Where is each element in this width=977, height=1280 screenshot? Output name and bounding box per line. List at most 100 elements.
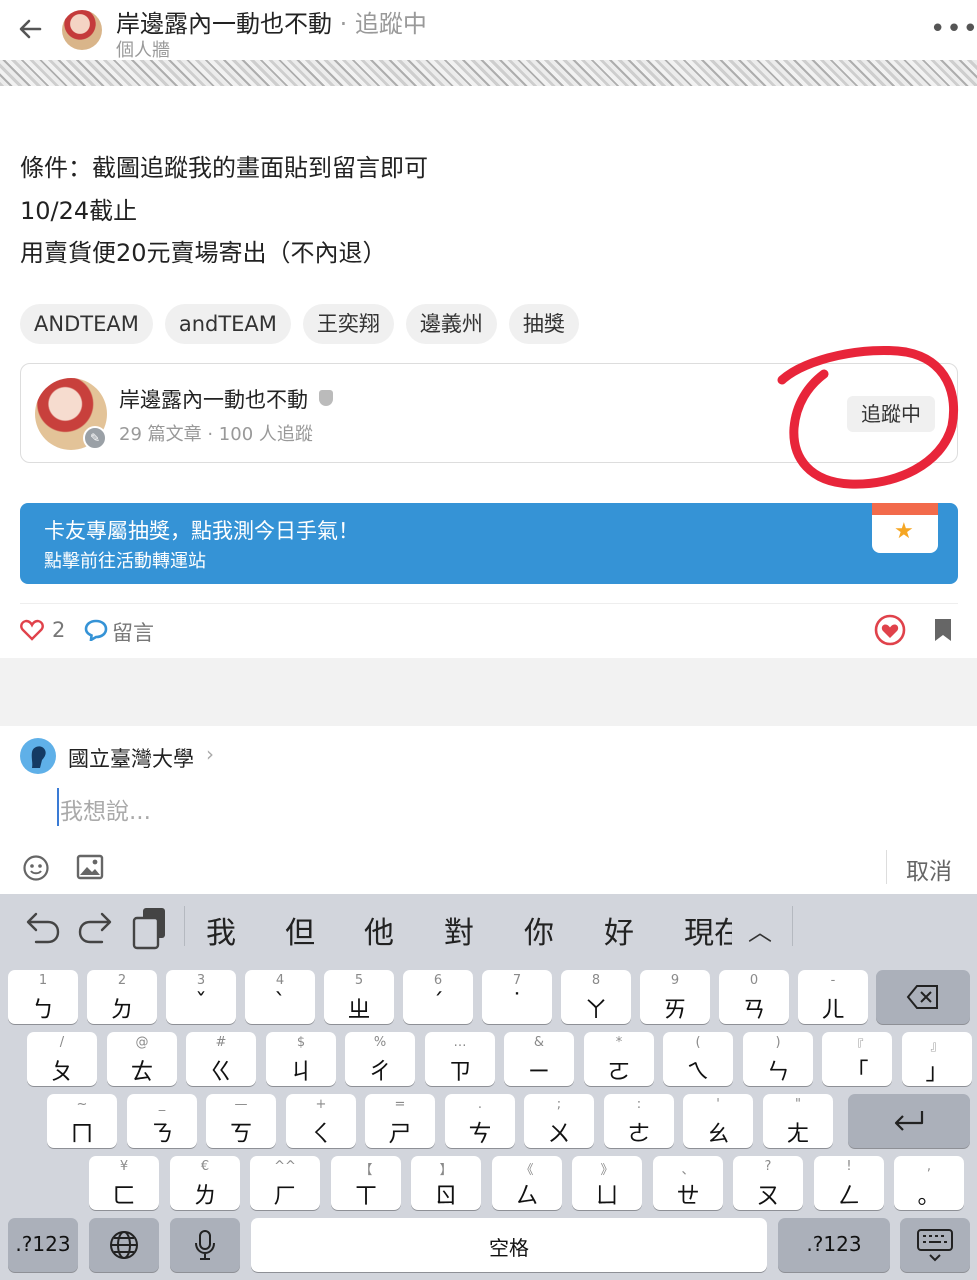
react-heart-icon[interactable] — [874, 614, 906, 646]
clipboard-icon[interactable] — [130, 906, 170, 950]
bopomofo-key[interactable]: _ ㄋ — [127, 1094, 197, 1148]
bookmark-icon[interactable] — [932, 618, 954, 642]
post-line-1: 條件：截圖追蹤我的畫面貼到留言即可 — [20, 154, 428, 182]
key-label: ㄢ — [742, 997, 766, 1023]
numbers-key[interactable]: .?123 — [8, 1218, 78, 1272]
board-title[interactable]: 岸邊露內一動也不動 — [116, 10, 332, 38]
cancel-button[interactable]: 取消 — [906, 852, 952, 886]
key-symbol: … — [453, 1035, 467, 1050]
bopomofo-key[interactable]: 4ˋ — [245, 970, 315, 1024]
key-symbol: % — [373, 1035, 387, 1050]
backspace-key[interactable] — [876, 970, 970, 1024]
expand-candidates-icon[interactable]: ︿ — [748, 912, 772, 947]
bopomofo-key[interactable]: 『「 — [822, 1032, 892, 1086]
bopomofo-key[interactable]: ' ㄠ — [683, 1094, 753, 1148]
key-symbol: € — [200, 1159, 210, 1174]
key-symbol: * — [615, 1035, 623, 1050]
bopomofo-key[interactable]: 】ㄖ — [411, 1156, 481, 1210]
bopomofo-key[interactable]: & ㄧ — [504, 1032, 574, 1086]
bopomofo-key[interactable]: % ㄔ — [345, 1032, 415, 1086]
tag-chip[interactable]: 抽獎 — [508, 304, 579, 344]
bopomofo-key[interactable]: ? ㄡ — [733, 1156, 803, 1210]
user-silhouette-icon — [31, 746, 46, 768]
bopomofo-key[interactable]: 6ˊ — [403, 970, 473, 1024]
header-follow-status[interactable]: 追蹤中 — [355, 10, 427, 38]
globe-key[interactable] — [89, 1218, 159, 1272]
header-avatar[interactable] — [62, 10, 102, 50]
back-arrow-icon[interactable] — [14, 12, 48, 46]
candidate-word[interactable]: 你 — [524, 908, 554, 952]
sticker-icon[interactable] — [22, 854, 50, 882]
bopomofo-key[interactable]: ,。 — [894, 1156, 964, 1210]
candidate-word[interactable]: 他 — [364, 908, 394, 952]
bopomofo-key[interactable]: ) ㄣ — [743, 1032, 813, 1086]
promo-banner[interactable]: 卡友專屬抽獎，點我測今日手氣！ 點擊前往活動轉運站 ★ — [20, 503, 958, 584]
bopomofo-key[interactable]: 』」 — [902, 1032, 972, 1086]
space-key[interactable]: 空格 — [251, 1218, 767, 1272]
bopomofo-key[interactable]: 3ˇ — [166, 970, 236, 1024]
bopomofo-key[interactable]: # ㄍ — [186, 1032, 256, 1086]
bopomofo-key[interactable]: 【ㄒ — [331, 1156, 401, 1210]
divider — [20, 603, 958, 604]
bopomofo-key[interactable]: -ㄦ — [798, 970, 868, 1024]
bopomofo-key[interactable]: 1ㄅ — [8, 970, 78, 1024]
bopomofo-key[interactable]: + ㄑ — [286, 1094, 356, 1148]
bopomofo-key[interactable]: 0ㄢ — [719, 970, 789, 1024]
bopomofo-key[interactable]: 8ㄚ — [561, 970, 631, 1024]
bopomofo-key[interactable]: * ㄛ — [584, 1032, 654, 1086]
key-label: ㄓ — [347, 997, 371, 1023]
chevron-right-icon[interactable]: › — [206, 742, 214, 766]
redo-icon[interactable] — [76, 906, 116, 950]
candidate-word[interactable]: 對 — [444, 908, 474, 952]
key-label: ˙ — [511, 990, 523, 1016]
bopomofo-key[interactable]: ! ㄥ — [814, 1156, 884, 1210]
bopomofo-key[interactable]: @ ㄊ — [107, 1032, 177, 1086]
bopomofo-key[interactable]: 》ㄩ — [572, 1156, 642, 1210]
bopomofo-key[interactable]: 9ㄞ — [640, 970, 710, 1024]
comment-bubble-icon[interactable] — [84, 619, 108, 641]
comment-input[interactable]: 我想說... — [60, 792, 151, 826]
more-options-icon[interactable]: ••• — [930, 14, 977, 44]
bopomofo-key[interactable]: 7 ˙ — [482, 970, 552, 1024]
bopomofo-key[interactable]: ; ㄨ — [524, 1094, 594, 1148]
bopomofo-key[interactable]: :ㄜ — [604, 1094, 674, 1148]
promo-title: 卡友專屬抽獎，點我測今日手氣！ — [44, 519, 359, 543]
heart-icon[interactable] — [20, 619, 44, 641]
candidate-word[interactable]: 但 — [285, 908, 315, 952]
bopomofo-key[interactable]: 、ㄝ — [653, 1156, 723, 1210]
microphone-key[interactable] — [170, 1218, 240, 1272]
school-name[interactable]: 國立臺灣大學 — [68, 743, 194, 773]
bopomofo-key[interactable]: — ㄎ — [206, 1094, 276, 1148]
comment-label[interactable]: 留言 — [112, 617, 154, 647]
tag-chip[interactable]: andTEAM — [164, 304, 291, 344]
bopomofo-key[interactable]: 2ㄉ — [87, 970, 157, 1024]
key-symbol: ) — [775, 1035, 781, 1050]
bopomofo-key[interactable]: (ㄟ — [663, 1032, 733, 1086]
hide-keyboard-key[interactable] — [900, 1218, 970, 1272]
tag-chip[interactable]: ANDTEAM — [20, 304, 153, 344]
bopomofo-key[interactable]: / ㄆ — [27, 1032, 97, 1086]
bopomofo-key[interactable]: " ㄤ — [763, 1094, 833, 1148]
bopomofo-key[interactable]: $ ㄐ — [266, 1032, 336, 1086]
candidate-word[interactable]: 好 — [604, 908, 634, 952]
tag-chip[interactable]: 王奕翔 — [302, 304, 394, 344]
numbers-key[interactable]: .?123 — [778, 1218, 890, 1272]
bopomofo-key[interactable]: ¥ ㄈ — [89, 1156, 159, 1210]
tag-chip[interactable]: 邊義州 — [405, 304, 497, 344]
key-label: ㄘ — [468, 1121, 492, 1147]
bopomofo-key[interactable]: ~ ㄇ — [47, 1094, 117, 1148]
key-symbol: @ — [135, 1035, 149, 1050]
bopomofo-key[interactable]: .ㄘ — [445, 1094, 515, 1148]
bopomofo-key[interactable]: = ㄕ — [365, 1094, 435, 1148]
candidate-word[interactable]: 我 — [206, 908, 236, 952]
candidate-word[interactable]: 現在 — [684, 908, 732, 952]
key-symbol: ' — [716, 1097, 720, 1112]
return-key[interactable] — [848, 1094, 970, 1148]
bopomofo-key[interactable]: ^^ ㄏ — [250, 1156, 320, 1210]
bopomofo-key[interactable]: 《ㄙ — [492, 1156, 562, 1210]
bopomofo-key[interactable]: € ㄌ — [170, 1156, 240, 1210]
undo-icon[interactable] — [22, 906, 62, 950]
image-icon[interactable] — [76, 854, 104, 880]
bopomofo-key[interactable]: 5ㄓ — [324, 970, 394, 1024]
bopomofo-key[interactable]: … ㄗ — [425, 1032, 495, 1086]
